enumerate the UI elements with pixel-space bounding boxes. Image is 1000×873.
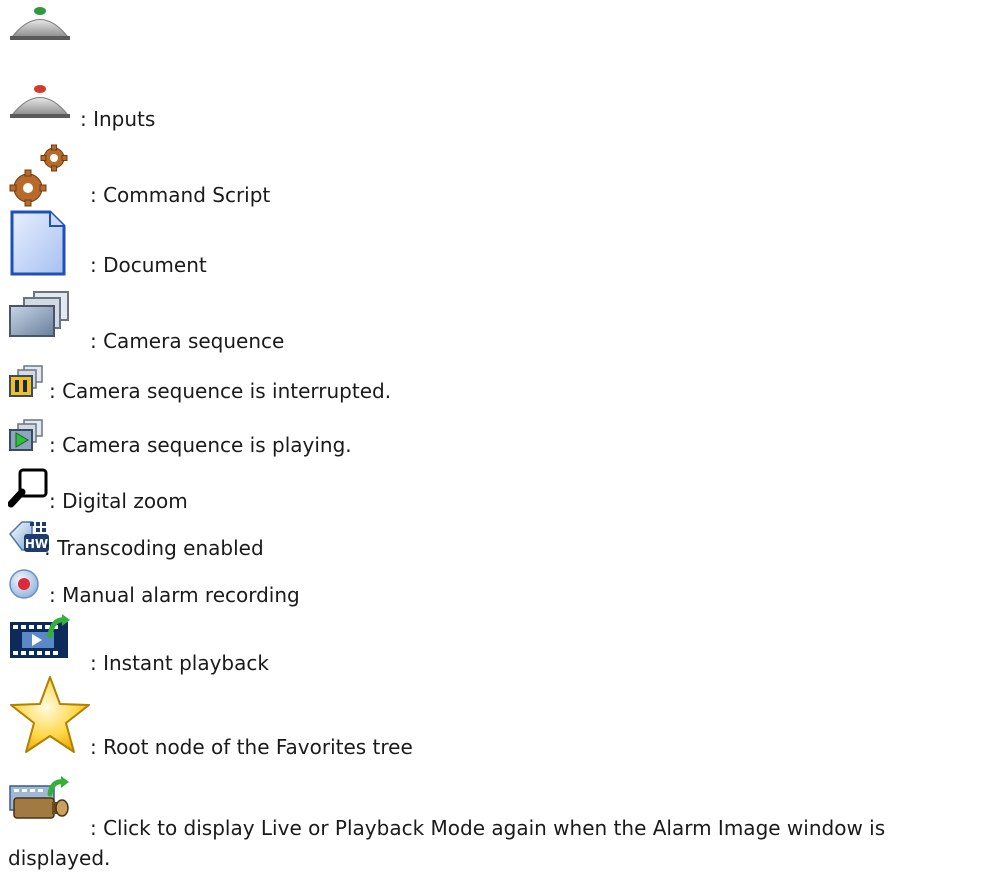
alarm-button-green-icon [10, 7, 70, 40]
legend-label: : Transcoding enabled [44, 536, 264, 560]
camera-sequence-paused-icon [9, 365, 43, 397]
star-icon [10, 676, 90, 753]
magnifier-icon [8, 468, 48, 508]
alarm-button-red-icon [10, 85, 70, 118]
legend-label: : Camera sequence is interrupted. [49, 379, 392, 403]
legend-label: : Digital zoom [49, 489, 188, 513]
legend-label: : Document [90, 253, 207, 277]
legend-label: : Manual alarm recording [49, 583, 300, 607]
camera-sequence-icon [9, 291, 69, 337]
legend-label: : Camera sequence is playing. [49, 433, 352, 457]
camera-sequence-playing-icon [9, 419, 43, 451]
document-icon [10, 210, 66, 276]
record-icon [9, 569, 39, 599]
legend-label: : Inputs [80, 107, 156, 131]
gears-icon [9, 144, 68, 207]
instant-playback-icon [10, 614, 70, 658]
legend-label-live-playback: : Click to display Live or Playback Mode… [8, 816, 886, 870]
legend-label: : Camera sequence [90, 329, 285, 353]
legend-label: : Instant playback [90, 651, 269, 675]
legend-label: : Command Script [90, 183, 271, 207]
legend-label: : Root node of the Favorites tree [90, 735, 413, 759]
